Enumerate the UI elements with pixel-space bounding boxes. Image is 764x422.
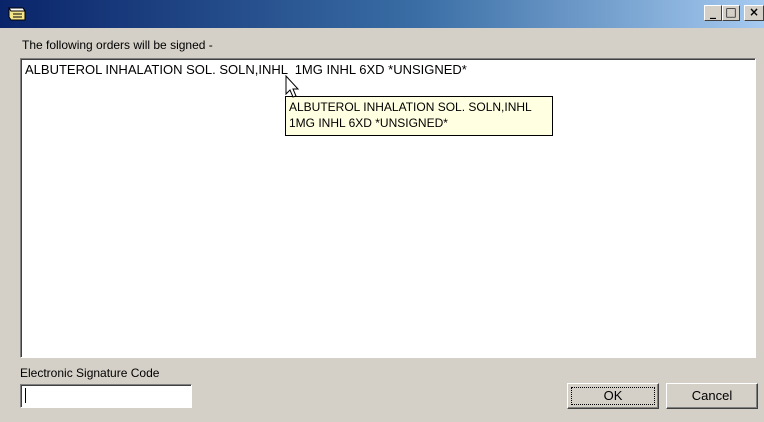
text-caret	[25, 388, 26, 403]
cancel-button[interactable]: Cancel	[666, 383, 758, 409]
signature-code-input[interactable]	[20, 384, 192, 408]
mouse-pointer-icon	[285, 75, 300, 98]
notepad-icon	[6, 5, 28, 23]
maximize-icon: □	[725, 5, 737, 19]
title-bar[interactable]: _ □ ×	[0, 0, 764, 28]
minimize-icon: _	[710, 5, 716, 19]
close-icon: ×	[748, 5, 760, 19]
cancel-button-label: Cancel	[691, 388, 733, 403]
tooltip-line: 1MG INHL 6XD *UNSIGNED*	[289, 116, 448, 130]
focus-ring	[571, 387, 655, 405]
close-button[interactable]: ×	[744, 5, 764, 21]
signature-label: Electronic Signature Code	[20, 366, 160, 380]
tooltip-line: ALBUTEROL INHALATION SOL. SOLN,INHL	[289, 100, 532, 114]
minimize-button[interactable]: _	[704, 5, 722, 21]
maximize-button[interactable]: □	[722, 5, 740, 21]
list-item[interactable]: ALBUTEROL INHALATION SOL. SOLN,INHL 1MG …	[25, 62, 467, 77]
orders-heading: The following orders will be signed -	[22, 38, 213, 52]
signature-dialog: _ □ × The following orders will be signe…	[0, 0, 764, 422]
ok-button[interactable]: OK	[567, 383, 659, 409]
order-tooltip: ALBUTEROL INHALATION SOL. SOLN,INHL 1MG …	[285, 96, 553, 136]
